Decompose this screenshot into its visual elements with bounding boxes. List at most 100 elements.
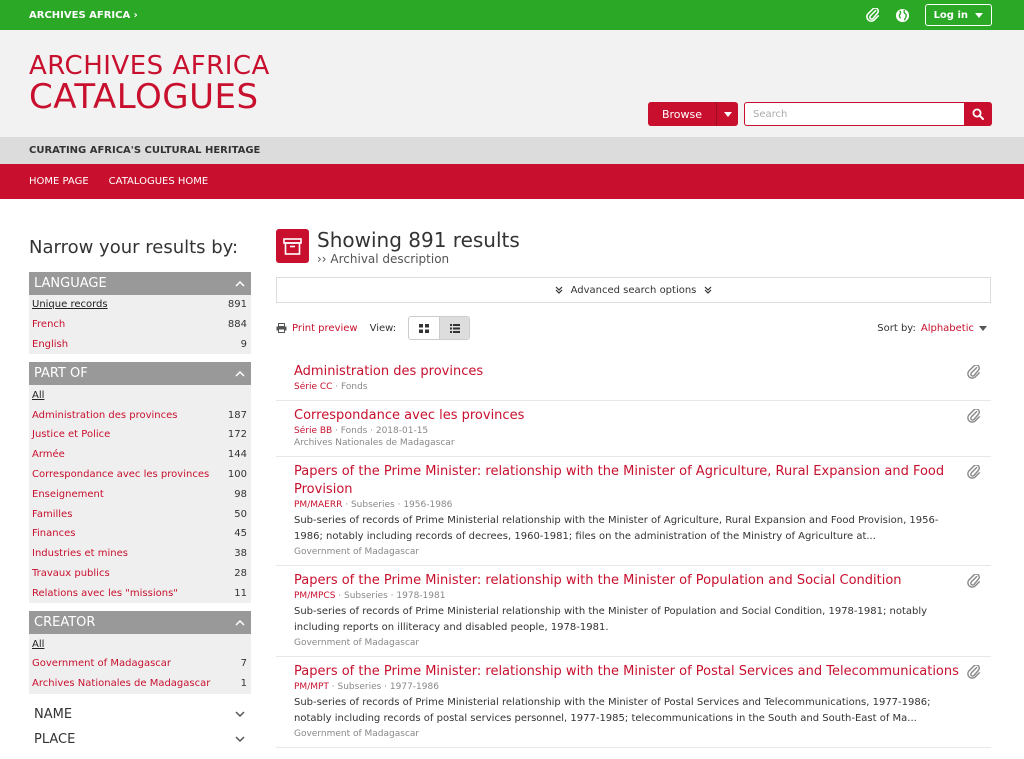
facet-creator-header[interactable]: CREATOR xyxy=(29,611,251,635)
list-icon xyxy=(449,323,460,333)
result-title-link[interactable]: Papers of the Prime Minister: relationsh… xyxy=(294,664,959,679)
facet-item-label: Archives Nationales de Madagascar xyxy=(32,678,211,690)
facet-part-of: PART OF All Administration des provinces… xyxy=(29,362,251,604)
facet-item[interactable]: Familles 50 xyxy=(29,504,251,524)
facet-item-count: 28 xyxy=(234,567,247,579)
paperclip-icon[interactable] xyxy=(967,664,981,682)
facet-item[interactable]: Administration des provinces 187 xyxy=(29,405,251,425)
result-item: Administration des provinces Série CC · … xyxy=(276,357,991,401)
facet-language: LANGUAGE Unique records 891 French 884 E… xyxy=(29,272,251,355)
advanced-search-toggle[interactable]: Advanced search options xyxy=(276,277,991,303)
browse-button[interactable]: Browse xyxy=(648,102,738,126)
result-date: 1956-1986 xyxy=(403,500,453,510)
card-view-button[interactable] xyxy=(409,317,439,339)
page-subtitle: ›› Archival description xyxy=(317,252,450,266)
login-dropdown-button[interactable]: Log in xyxy=(924,4,992,26)
facet-item-label: Relations avec les "missions" xyxy=(32,587,178,599)
facet-title: PLACE xyxy=(34,731,76,747)
facet-item[interactable]: Government of Madagascar 7 xyxy=(29,654,251,674)
archive-box-icon xyxy=(276,229,309,263)
facet-part-of-header[interactable]: PART OF xyxy=(29,362,251,386)
facet-item[interactable]: English 9 xyxy=(29,335,251,355)
result-meta: PM/MAERR · Subseries · 1956-1986 xyxy=(294,500,453,510)
search-button[interactable] xyxy=(964,102,992,126)
sidebar-heading: Narrow your results by: xyxy=(29,237,239,258)
result-level: Subseries xyxy=(337,682,382,692)
result-title-link[interactable]: Papers of the Prime Minister: relationsh… xyxy=(294,464,944,497)
globe-icon[interactable] xyxy=(895,7,911,23)
nav-catalogues-home[interactable]: CATALOGUES HOME xyxy=(109,176,209,187)
result-item: Papers of the Prime Minister: relationsh… xyxy=(276,566,991,657)
print-preview-link[interactable]: Print preview xyxy=(276,323,358,334)
facet-item[interactable]: Enseignement 98 xyxy=(29,484,251,504)
site-breadcrumb-link[interactable]: ARCHIVES AFRICA › xyxy=(29,10,138,21)
facet-item[interactable]: French 884 xyxy=(29,315,251,335)
paperclip-icon[interactable] xyxy=(967,408,981,426)
result-title-link[interactable]: Correspondance avec les provinces xyxy=(294,408,524,423)
facet-item-count: 1 xyxy=(240,678,247,690)
result-title-link[interactable]: Administration des provinces xyxy=(294,364,483,379)
site-header: ARCHIVES AFRICA CATALOGUES Browse xyxy=(0,30,1024,137)
search-input[interactable] xyxy=(744,102,964,126)
facet-item-label: Enseignement xyxy=(32,488,104,500)
facet-item-count: 187 xyxy=(227,409,247,421)
facet-item[interactable]: Justice et Police 172 xyxy=(29,425,251,445)
facet-item[interactable]: Industries et mines 38 xyxy=(29,544,251,564)
facet-item[interactable]: Correspondance avec les provinces 100 xyxy=(29,465,251,485)
result-date: 2018-01-15 xyxy=(375,426,429,436)
result-title-link[interactable]: Papers of the Prime Minister: relationsh… xyxy=(294,573,902,588)
nav-home-page[interactable]: HOME PAGE xyxy=(29,176,89,187)
top-bar-actions: Log in xyxy=(865,4,992,26)
grid-icon xyxy=(419,323,430,333)
facet-place-header[interactable]: PLACE xyxy=(29,727,251,752)
facet-item[interactable]: Relations avec les "missions" 11 xyxy=(29,583,251,603)
facet-sidebar: Narrow your results by: LANGUAGE Unique … xyxy=(29,237,251,752)
facet-item-count: 9 xyxy=(240,338,247,350)
facet-item-count: 144 xyxy=(227,449,247,461)
result-reference: PM/MPCS xyxy=(294,591,336,601)
paperclip-icon[interactable] xyxy=(967,464,981,482)
facet-language-header[interactable]: LANGUAGE xyxy=(29,272,251,295)
result-item: Correspondance avec les provinces Série … xyxy=(276,401,991,457)
facet-name-header[interactable]: NAME xyxy=(29,702,251,727)
facet-item[interactable]: Travaux publics 28 xyxy=(29,564,251,584)
logo-line-2: CATALOGUES xyxy=(29,77,259,117)
site-logo[interactable]: ARCHIVES AFRICA CATALOGUES xyxy=(29,52,270,114)
facet-item-label: All xyxy=(32,389,45,401)
facet-item-count: 38 xyxy=(234,548,247,560)
result-date: 1977-1986 xyxy=(389,682,439,692)
chevron-down-icon xyxy=(235,711,245,718)
facet-item-all[interactable]: All xyxy=(29,385,251,405)
search-box xyxy=(744,102,992,126)
result-reference: Série CC xyxy=(294,382,333,392)
facet-item[interactable]: Finances 45 xyxy=(29,524,251,544)
result-creator: Government of Madagascar xyxy=(294,638,420,648)
facet-item[interactable]: Armée 144 xyxy=(29,445,251,465)
facet-item-count: 891 xyxy=(227,299,247,311)
facet-title: NAME xyxy=(34,706,73,722)
result-reference: PM/MAERR xyxy=(294,500,343,510)
printer-icon xyxy=(276,323,287,333)
facet-title: PART OF xyxy=(34,366,88,382)
result-description: Sub-series of records of Prime Ministeri… xyxy=(294,515,939,542)
table-view-button[interactable] xyxy=(439,317,470,339)
result-date: 1978-1981 xyxy=(396,591,446,601)
paperclip-icon[interactable] xyxy=(967,573,981,591)
facet-item-count: 172 xyxy=(227,429,247,441)
sort-label: Sort by: xyxy=(877,322,916,334)
result-level: Fonds xyxy=(340,426,368,436)
facet-item[interactable]: Unique records 891 xyxy=(29,295,251,315)
facet-item[interactable]: Archives Nationales de Madagascar 1 xyxy=(29,674,251,694)
sort-dropdown[interactable]: Sort by: Alphabetic xyxy=(877,323,991,334)
result-meta: PM/MPT · Subseries · 1977-1986 xyxy=(294,682,439,692)
result-meta: Série BB · Fonds · 2018-01-15 xyxy=(294,426,429,436)
facet-item-label: Armée xyxy=(32,449,65,461)
view-toggle xyxy=(408,316,471,340)
facet-title: CREATOR xyxy=(34,615,96,631)
clipboard-paperclip-icon[interactable] xyxy=(865,7,881,23)
chevron-down-icon xyxy=(235,736,245,743)
facet-item-all[interactable]: All xyxy=(29,634,251,654)
results-list: Administration des provinces Série CC · … xyxy=(276,357,991,748)
facet-creator: CREATOR All Government of Madagascar 7 Ar… xyxy=(29,611,251,694)
paperclip-icon[interactable] xyxy=(967,364,981,382)
